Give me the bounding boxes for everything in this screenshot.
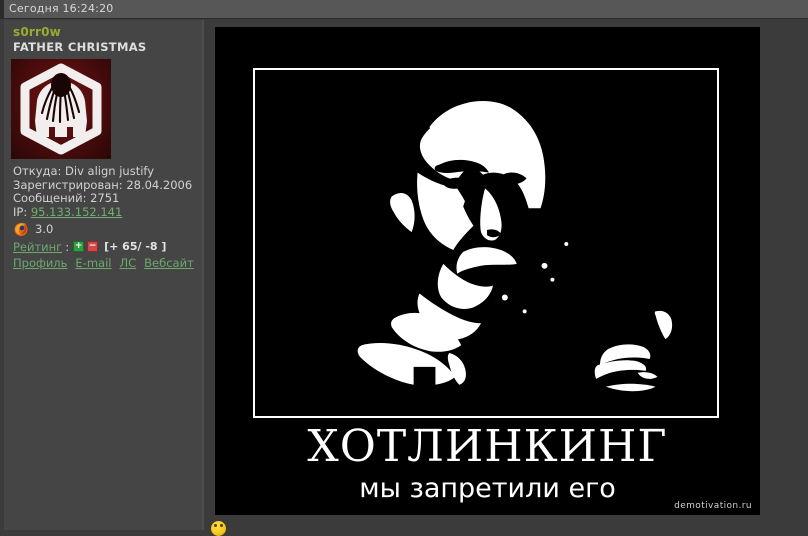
author-browser-version: 3.0: [35, 222, 54, 236]
rating-value: [+ 65/ -8 ]: [104, 240, 167, 253]
author-ip-line: IP: 95.133.152.141: [13, 204, 203, 220]
author-location-label: Откуда:: [13, 164, 62, 178]
poster-subtitle: мы запретили его: [359, 473, 616, 504]
rating-separator: :: [65, 239, 70, 254]
rating-label-link[interactable]: Рейтинг: [13, 240, 62, 254]
sidebar-divider: [202, 20, 215, 530]
email-link[interactable]: E-mail: [75, 256, 111, 270]
smiley-icon: [211, 521, 226, 536]
rating-minus-icon[interactable]: −: [87, 241, 99, 252]
sidebar-divider-line: [202, 20, 204, 530]
avatar[interactable]: [11, 59, 111, 159]
author-registered-value: 28.04.2006: [126, 177, 193, 192]
author-postcount-label: Сообщений:: [13, 191, 87, 206]
post-timestamp: Сегодня 16:24:20: [9, 2, 114, 15]
post-body: ХОТЛИНКИНГ мы запретили его demotivation…: [215, 27, 760, 515]
rating-plus-icon[interactable]: +: [73, 241, 85, 252]
author-browser-row: 3.0: [13, 220, 53, 238]
firefox-icon: [14, 223, 28, 236]
website-link[interactable]: Вебсайт: [144, 256, 194, 270]
profile-link[interactable]: Профиль: [13, 256, 67, 270]
author-rating-row: Рейтинг : + − [+ 65/ -8 ]: [13, 239, 166, 254]
poster-title: ХОТЛИНКИНГ: [307, 421, 668, 472]
author-ip-link[interactable]: 95.133.152.141: [31, 205, 122, 219]
author-location-line: Откуда: Div align justify: [13, 164, 203, 179]
author-postcount-value: 2751: [90, 191, 120, 206]
author-info-block: Откуда: Div align justify Зарегистрирова…: [13, 164, 203, 220]
poster-watermark: demotivation.ru: [674, 501, 752, 511]
author-postcount-line: Сообщений: 2751: [13, 191, 203, 206]
lenin-portrait-image: [255, 70, 717, 416]
topbar-accent: [0, 0, 4, 19]
author-registered-label: Зарегистрирован:: [13, 177, 123, 192]
author-ip-label: IP:: [13, 204, 28, 219]
author-sidebar: s0rr0w FATHER CHRISTMAS Откуда: Div alig…: [4, 20, 202, 530]
smiley-right-eye: [220, 524, 223, 527]
author-registered-line: Зарегистрирован: 28.04.2006: [13, 177, 203, 193]
author-rank-title: FATHER CHRISTMAS: [13, 40, 147, 54]
poster-photo-frame: [253, 68, 719, 418]
author-location-value: Div align justify: [65, 164, 155, 178]
author-links: Профиль E-mail ЛС Вебсайт: [13, 256, 194, 270]
post-timestamp-bar: Сегодня 16:24:20: [0, 0, 808, 19]
forum-post-view: Сегодня 16:24:20 s0rr0w FATHER CHRISTMAS: [0, 0, 808, 536]
pm-link[interactable]: ЛС: [119, 256, 136, 270]
author-username[interactable]: s0rr0w: [13, 25, 61, 39]
smiley-left-eye: [214, 524, 217, 527]
tentacled-figure-hexagon-icon: [20, 63, 102, 155]
